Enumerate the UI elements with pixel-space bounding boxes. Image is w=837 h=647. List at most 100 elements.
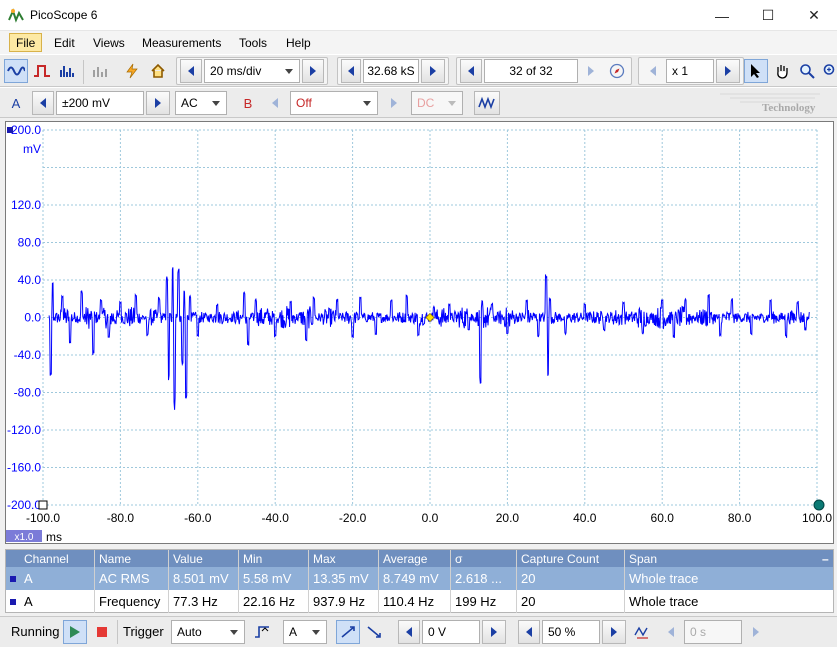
select-tool-button[interactable]: [744, 59, 768, 83]
col-capture-count[interactable]: Capture Count: [516, 550, 624, 567]
col-value[interactable]: Value: [168, 550, 238, 567]
samples-decrease-button[interactable]: [341, 59, 361, 83]
falling-edge-button[interactable]: [362, 620, 386, 644]
buffer-next-button[interactable]: [580, 59, 602, 83]
dropdown-arrow-icon: [448, 101, 456, 106]
persistence-mode-button[interactable]: [30, 59, 54, 83]
advanced-trigger-button[interactable]: [250, 620, 274, 644]
scope-mode-button[interactable]: [4, 59, 28, 83]
menu-file[interactable]: File: [9, 33, 43, 52]
col-average[interactable]: Average: [378, 550, 450, 567]
minimize-button[interactable]: —: [699, 0, 745, 31]
x-tick-label: -20.0: [339, 511, 367, 525]
left-arrow-icon: [526, 627, 532, 637]
coupling-b-select[interactable]: DC: [411, 91, 463, 115]
menu-views[interactable]: Views: [86, 33, 132, 52]
x-tick-label: -80.0: [107, 511, 135, 525]
close-measurements-button[interactable]: –: [818, 550, 833, 567]
y-tick-label: -80.0: [14, 386, 42, 400]
delay-decrease-button[interactable]: [660, 620, 682, 644]
stop-button[interactable]: [90, 620, 114, 644]
math-channels-button[interactable]: [474, 91, 500, 115]
col-channel[interactable]: Channel: [6, 550, 94, 567]
table-row[interactable]: A AC RMS 8.501 mV 5.58 mV 13.35 mV 8.749…: [6, 567, 833, 590]
trigger-mode-value: Auto: [177, 625, 202, 639]
channel-color-swatch: [10, 575, 16, 582]
range-a-decrease-button[interactable]: [32, 91, 54, 115]
x-tick-label: -40.0: [262, 511, 290, 525]
range-b-select[interactable]: Off: [290, 91, 378, 115]
right-arrow-icon: [310, 66, 316, 76]
zoom-decrease-button[interactable]: [642, 59, 664, 83]
channel-b-options-button[interactable]: B: [236, 91, 260, 115]
delay-increase-button[interactable]: [744, 620, 768, 644]
range-a-select[interactable]: ±200 mV: [56, 91, 144, 115]
menu-tools[interactable]: Tools: [232, 33, 274, 52]
threshold-decrease-button[interactable]: [398, 620, 420, 644]
close-button[interactable]: ✕: [791, 0, 837, 31]
scope-plot[interactable]: 200.0 120.0 80.0 40.0 0.0 -40.0 -80.0 -120.0 -16…: [6, 122, 835, 545]
trigger-source-select[interactable]: A: [283, 620, 327, 644]
col-min[interactable]: Min: [238, 550, 308, 567]
x-tick-label: 100.0: [802, 511, 832, 525]
coupling-a-select[interactable]: AC: [175, 91, 227, 115]
range-b-value: Off: [296, 96, 312, 110]
pretrigger-increase-button[interactable]: [602, 620, 626, 644]
range-b-decrease-button[interactable]: [264, 91, 286, 115]
col-span[interactable]: Span: [624, 550, 818, 567]
start-button[interactable]: [63, 620, 87, 644]
timebase-value: 20 ms/div: [210, 64, 262, 78]
home-icon: [151, 63, 165, 78]
buffer-navigator-button[interactable]: [605, 59, 629, 83]
maximize-button[interactable]: ☐: [745, 0, 791, 31]
col-name[interactable]: Name: [94, 550, 168, 567]
status-separator: [117, 620, 118, 644]
timebase-increase-button[interactable]: [302, 59, 324, 83]
channel-a-options-button[interactable]: A: [4, 91, 28, 115]
range-b-increase-button[interactable]: [382, 91, 406, 115]
rising-edge-button[interactable]: [336, 620, 360, 644]
watermark-text: Technology: [762, 102, 816, 114]
threshold-increase-button[interactable]: [482, 620, 506, 644]
menu-edit[interactable]: Edit: [47, 33, 82, 52]
range-a-increase-button[interactable]: [146, 91, 170, 115]
delay-field[interactable]: 0 s: [684, 620, 742, 644]
spectrum-mode-button[interactable]: [56, 59, 80, 83]
menu-help[interactable]: Help: [279, 33, 318, 52]
hand-tool-button[interactable]: [770, 59, 794, 83]
samples-field[interactable]: 32.68 kS: [363, 59, 419, 83]
zoom-increase-button[interactable]: [716, 59, 740, 83]
right-arrow-icon: [391, 98, 397, 108]
auto-setup-button[interactable]: [120, 59, 144, 83]
zoom-field[interactable]: x 1: [666, 59, 714, 83]
table-row[interactable]: A Frequency 77.3 Hz 22.16 Hz 937.9 Hz 11…: [6, 590, 833, 613]
right-arrow-icon: [611, 627, 617, 637]
timebase-decrease-button[interactable]: [180, 59, 202, 83]
default-setup-button[interactable]: [146, 59, 170, 83]
y-tick-label: -120.0: [7, 423, 41, 437]
pretrigger-field[interactable]: 50 %: [542, 620, 600, 644]
col-sigma[interactable]: σ: [450, 550, 516, 567]
post-trigger-delay-button[interactable]: [630, 620, 654, 644]
measurements-table: Channel Name Value Min Max Average σ Cap…: [5, 549, 834, 613]
magnifier-icon: [800, 64, 815, 79]
scope-view[interactable]: 200.0 120.0 80.0 40.0 0.0 -40.0 -80.0 -120.0 -16…: [5, 121, 834, 544]
y-tick-label: 80.0: [18, 236, 42, 250]
y-tick-label: -200.0: [7, 498, 41, 512]
menu-measurements[interactable]: Measurements: [135, 33, 228, 52]
time-ruler-handle-left[interactable]: [38, 500, 48, 510]
main-toolbar: 20 ms/div 32.68 kS 32 of 32 x 1: [0, 54, 837, 87]
pretrigger-decrease-button[interactable]: [518, 620, 540, 644]
col-max[interactable]: Max: [308, 550, 378, 567]
trigger-mode-select[interactable]: Auto: [171, 620, 245, 644]
buffer-index-field[interactable]: 32 of 32: [484, 59, 578, 83]
zoom-tool-button[interactable]: [796, 59, 818, 83]
x-tick-label: 60.0: [651, 511, 675, 525]
buffer-previous-button[interactable]: [460, 59, 482, 83]
timebase-select[interactable]: 20 ms/div: [204, 59, 300, 83]
threshold-field[interactable]: 0 V: [422, 620, 480, 644]
samples-increase-button[interactable]: [421, 59, 445, 83]
zoom-in-tool-button[interactable]: [820, 59, 837, 83]
serial-decoding-button[interactable]: [88, 59, 112, 83]
time-ruler-handle-right[interactable]: [813, 499, 825, 511]
